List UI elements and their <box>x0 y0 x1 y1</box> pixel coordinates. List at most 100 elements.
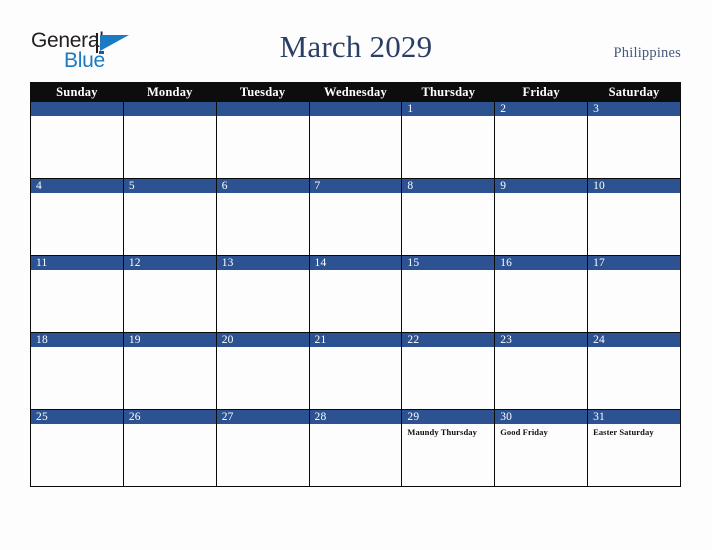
day-number: 9 <box>495 179 588 193</box>
day-cell-content: 6 <box>216 179 309 255</box>
day-cell-content: 9 <box>495 179 588 255</box>
day-number: 20 <box>216 333 309 347</box>
weekday-header-wednesday: Wednesday <box>308 82 403 102</box>
weekday-header-friday: Friday <box>494 82 589 102</box>
weekday-header-monday: Monday <box>122 82 217 102</box>
calendar-day-cell[interactable] <box>215 101 310 179</box>
day-events <box>217 347 309 350</box>
day-number: 14 <box>309 256 402 270</box>
calendar-day-cell[interactable]: 28 <box>308 409 403 487</box>
day-events <box>310 424 402 427</box>
calendar-day-cell[interactable]: 15 <box>401 255 496 333</box>
calendar-day-cell[interactable]: 31 Easter Saturday <box>587 409 681 487</box>
calendar-day-cell[interactable] <box>30 101 124 179</box>
day-number: 19 <box>123 333 216 347</box>
day-number: 15 <box>402 256 495 270</box>
calendar-day-cell[interactable]: 5 <box>122 178 217 256</box>
calendar-day-cell[interactable]: 25 <box>30 409 124 487</box>
day-cell-content: 20 <box>216 333 309 409</box>
day-number <box>123 102 216 116</box>
day-events <box>217 116 309 119</box>
page-title: March 2029 <box>279 29 433 64</box>
calendar-day-cell[interactable]: 14 <box>308 255 403 333</box>
day-events <box>31 347 123 350</box>
day-cell-content: 22 <box>402 333 495 409</box>
calendar-day-cell[interactable]: 18 <box>30 332 124 410</box>
day-number: 10 <box>588 179 680 193</box>
day-events <box>310 193 402 196</box>
day-events <box>31 116 123 119</box>
calendar-day-cell[interactable]: 11 <box>30 255 124 333</box>
calendar-day-cell[interactable] <box>308 101 403 179</box>
day-number: 8 <box>402 179 495 193</box>
day-number: 5 <box>123 179 216 193</box>
calendar-day-cell[interactable] <box>122 101 217 179</box>
day-number <box>31 102 123 116</box>
day-cell-content: 10 <box>588 179 680 255</box>
day-cell-content: 2 <box>495 102 588 178</box>
day-number: 21 <box>309 333 402 347</box>
day-events <box>31 424 123 427</box>
calendar-day-cell[interactable]: 12 <box>122 255 217 333</box>
day-cell-content: 14 <box>309 256 402 332</box>
day-number: 23 <box>495 333 588 347</box>
day-cell-content: 23 <box>495 333 588 409</box>
calendar-day-cell[interactable]: 20 <box>215 332 310 410</box>
calendar-day-cell[interactable]: 30 Good Friday <box>494 409 589 487</box>
calendar-day-cell[interactable]: 21 <box>308 332 403 410</box>
calendar-day-cell[interactable]: 26 <box>122 409 217 487</box>
calendar-day-cell[interactable]: 17 <box>587 255 681 333</box>
day-cell-content: 5 <box>123 179 216 255</box>
day-cell-content: 19 <box>123 333 216 409</box>
day-cell-content: 31 Easter Saturday <box>588 410 680 486</box>
calendar-week-row: 11 12 13 14 15 16 17 <box>30 255 681 333</box>
day-events <box>402 116 494 119</box>
day-number: 12 <box>123 256 216 270</box>
day-number: 17 <box>588 256 680 270</box>
day-events: Easter Saturday <box>588 424 680 438</box>
calendar-day-cell[interactable]: 2 <box>494 101 589 179</box>
calendar-day-cell[interactable]: 10 <box>587 178 681 256</box>
day-number: 16 <box>495 256 588 270</box>
day-events <box>588 347 680 350</box>
day-cell-content: 25 <box>31 410 123 486</box>
day-number: 26 <box>123 410 216 424</box>
day-number: 11 <box>31 256 123 270</box>
calendar-day-cell[interactable]: 29 Maundy Thursday <box>401 409 496 487</box>
holiday-label: Easter Saturday <box>593 427 654 437</box>
calendar-day-cell[interactable]: 16 <box>494 255 589 333</box>
day-number: 29 <box>402 410 495 424</box>
calendar-day-cell[interactable]: 13 <box>215 255 310 333</box>
calendar-day-cell[interactable]: 24 <box>587 332 681 410</box>
calendar-header-row: Sunday Monday Tuesday Wednesday Thursday… <box>30 82 681 102</box>
day-number: 25 <box>31 410 123 424</box>
day-cell-content: 11 <box>31 256 123 332</box>
calendar-day-cell[interactable]: 7 <box>308 178 403 256</box>
day-events <box>124 116 216 119</box>
day-cell-content <box>123 102 216 178</box>
day-cell-content: 17 <box>588 256 680 332</box>
calendar-day-cell[interactable]: 27 <box>215 409 310 487</box>
calendar-day-cell[interactable]: 22 <box>401 332 496 410</box>
day-cell-content: 13 <box>216 256 309 332</box>
calendar-day-cell[interactable]: 8 <box>401 178 496 256</box>
day-number: 18 <box>31 333 123 347</box>
calendar-day-cell[interactable]: 3 <box>587 101 681 179</box>
calendar-day-cell[interactable]: 23 <box>494 332 589 410</box>
day-number: 28 <box>309 410 402 424</box>
calendar-day-cell[interactable]: 1 <box>401 101 496 179</box>
calendar-day-cell[interactable]: 6 <box>215 178 310 256</box>
calendar-day-cell[interactable]: 4 <box>30 178 124 256</box>
day-events <box>495 270 587 273</box>
day-events <box>588 116 680 119</box>
day-events <box>402 270 494 273</box>
weekday-header-sunday: Sunday <box>30 82 124 102</box>
day-number: 7 <box>309 179 402 193</box>
calendar-week-row: 18 19 20 21 22 23 24 <box>30 332 681 410</box>
weekday-header-saturday: Saturday <box>587 82 681 102</box>
day-number: 27 <box>216 410 309 424</box>
calendar-day-cell[interactable]: 9 <box>494 178 589 256</box>
day-cell-content <box>309 102 402 178</box>
day-events <box>402 193 494 196</box>
calendar-day-cell[interactable]: 19 <box>122 332 217 410</box>
